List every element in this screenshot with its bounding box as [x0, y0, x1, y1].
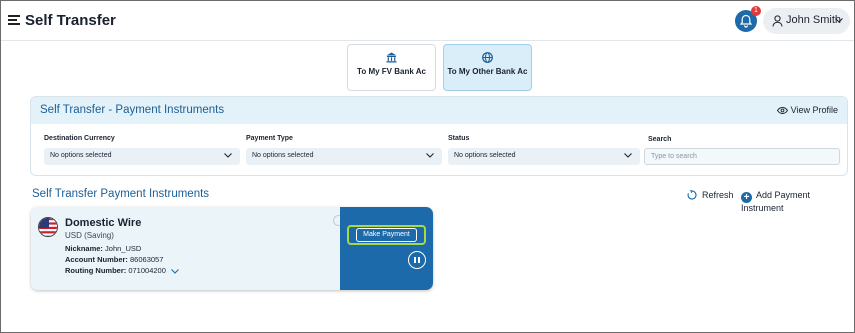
filter-panel-header: Self Transfer - Payment Instruments View… — [31, 97, 847, 124]
account-line: Account Number: 86063057 — [65, 255, 163, 264]
instrument-actions — [340, 207, 433, 290]
page-title: Self Transfer — [25, 12, 116, 29]
user-name: John Smith — [786, 14, 842, 26]
status-label: Status — [448, 135, 470, 142]
search-label: Search — [648, 136, 672, 143]
instrument-details: Domestic Wire USD (Saving) Nickname: Joh… — [31, 207, 340, 290]
destination-currency-label: Destination Currency — [44, 135, 115, 142]
account-value: 86063057 — [130, 255, 164, 264]
account-label: Account Number: — [65, 255, 128, 264]
nickname-value: John_USD — [105, 244, 142, 253]
chevron-down-icon[interactable] — [171, 269, 179, 274]
chevron-down-icon — [426, 153, 434, 158]
filter-panel: Self Transfer - Payment Instruments View… — [30, 96, 848, 176]
add-payment-instrument-label: Add Payment Instrument — [741, 190, 811, 213]
destination-currency-select[interactable]: No options selected — [44, 148, 240, 165]
search-input[interactable]: Type to search — [644, 148, 840, 165]
tab-to-my-other-bank[interactable]: To My Other Bank Ac — [443, 44, 532, 91]
pause-icon — [414, 257, 416, 263]
payment-type-value: No options selected — [252, 152, 314, 159]
globe-icon — [482, 52, 493, 63]
nickname-label: Nickname: — [65, 244, 103, 253]
tab-label: To My FV Bank Ac — [357, 67, 426, 76]
make-payment-button[interactable]: Make Payment — [347, 225, 426, 245]
user-icon — [772, 15, 783, 27]
user-menu-button[interactable]: John Smith — [763, 8, 850, 34]
section-title: Self Transfer Payment Instruments — [32, 188, 210, 200]
nickname-line: Nickname: John_USD — [65, 244, 141, 253]
status-value: No options selected — [454, 152, 516, 159]
filter-panel-title: Self Transfer - Payment Instruments — [40, 104, 225, 116]
chevron-down-icon — [624, 153, 632, 158]
pause-button[interactable] — [408, 251, 426, 269]
status-select[interactable]: No options selected — [448, 148, 640, 165]
refresh-label: Refresh — [702, 190, 734, 200]
instrument-title: Domestic Wire — [65, 217, 142, 229]
notification-badge: 1 — [751, 6, 761, 16]
card-edge-handle — [333, 215, 340, 226]
tab-to-my-fv-bank[interactable]: To My FV Bank Ac — [347, 44, 436, 91]
chevron-down-icon — [835, 18, 843, 23]
view-profile-label: View Profile — [790, 105, 838, 115]
header: Self Transfer 1 John Smith — [1, 1, 854, 41]
bell-icon — [740, 14, 752, 28]
chevron-down-icon — [224, 153, 232, 158]
app-window: Self Transfer 1 John Smith To My FV Bank… — [0, 0, 855, 333]
search-placeholder: Type to search — [651, 153, 697, 160]
routing-value: 071004200 — [128, 266, 166, 275]
routing-label: Routing Number: — [65, 266, 127, 275]
us-flag-icon — [38, 217, 58, 237]
pause-icon — [418, 257, 420, 263]
instrument-subtitle: USD (Saving) — [65, 231, 114, 240]
menu-icon[interactable] — [8, 15, 20, 25]
refresh-icon — [687, 190, 697, 200]
add-payment-instrument-button[interactable]: + Add Payment Instrument — [741, 190, 854, 213]
payment-instrument-card: Domestic Wire USD (Saving) Nickname: Joh… — [31, 207, 433, 290]
bank-icon — [386, 52, 397, 63]
payment-type-select[interactable]: No options selected — [246, 148, 442, 165]
tab-label: To My Other Bank Ac — [447, 67, 528, 76]
destination-currency-value: No options selected — [50, 152, 112, 159]
payment-type-label: Payment Type — [246, 135, 293, 142]
view-profile-link[interactable]: View Profile — [776, 105, 838, 115]
refresh-button[interactable]: Refresh — [687, 190, 734, 200]
routing-line: Routing Number: 071004200 — [65, 266, 179, 275]
plus-icon: + — [741, 192, 752, 203]
make-payment-label: Make Payment — [356, 228, 417, 242]
eye-icon — [776, 107, 788, 115]
